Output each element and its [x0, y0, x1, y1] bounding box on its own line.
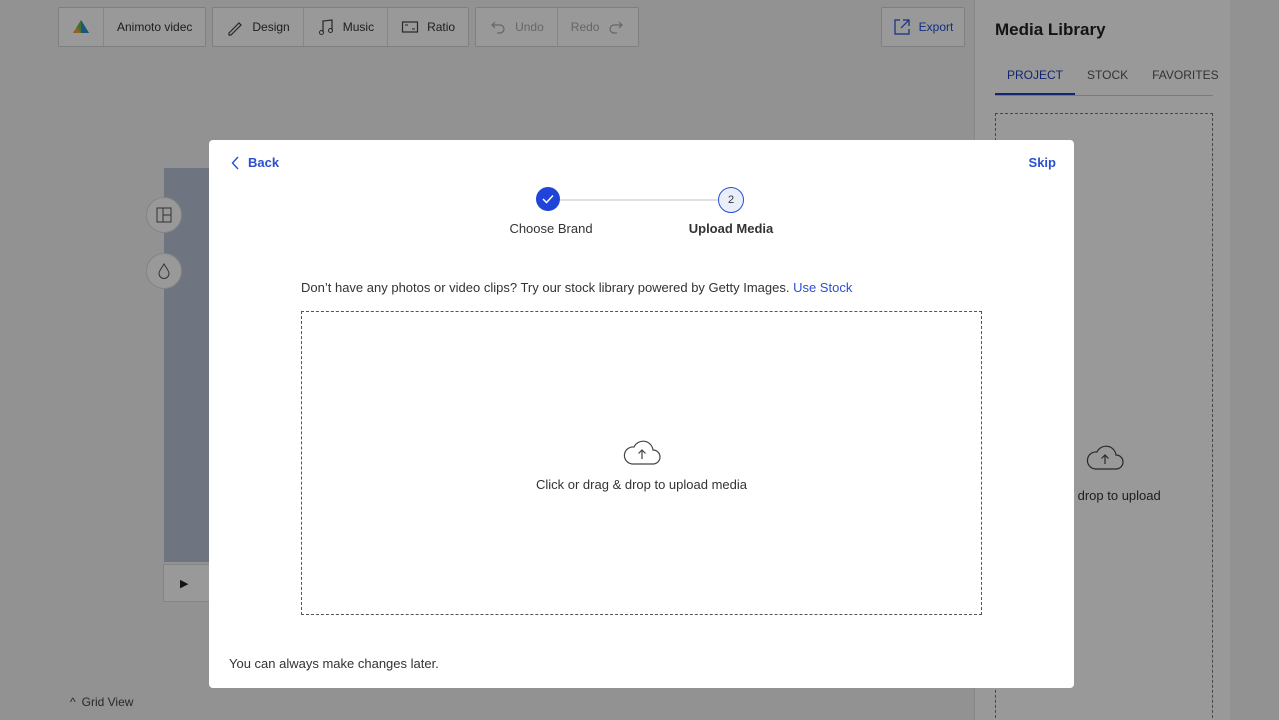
skip-button[interactable]: Skip — [1029, 155, 1056, 170]
checkmark-icon — [542, 194, 554, 204]
upload-media-modal: Back Skip 2 Choose Brand Upload Media Do… — [209, 140, 1074, 688]
step-2-label: Upload Media — [688, 221, 774, 236]
chevron-left-icon — [231, 156, 239, 169]
step-1-label: Choose Brand — [509, 221, 593, 236]
step-2-current: 2 — [718, 187, 744, 213]
upload-media-dropzone[interactable]: Click or drag & drop to upload media — [301, 311, 982, 615]
use-stock-link[interactable]: Use Stock — [793, 280, 852, 295]
footer-note: You can always make changes later. — [229, 656, 439, 671]
back-button[interactable]: Back — [231, 155, 279, 170]
stock-prompt: Don’t have any photos or video clips? Tr… — [301, 280, 852, 295]
step-connector — [559, 199, 718, 201]
upload-cloud-icon — [623, 440, 661, 465]
back-label: Back — [248, 155, 280, 170]
progress-stepper: 2 Choose Brand Upload Media — [209, 187, 1074, 247]
dropzone-text: Click or drag & drop to upload media — [535, 477, 747, 492]
step-1-complete — [536, 187, 560, 211]
stock-prompt-text: Don’t have any photos or video clips? Tr… — [301, 280, 790, 295]
